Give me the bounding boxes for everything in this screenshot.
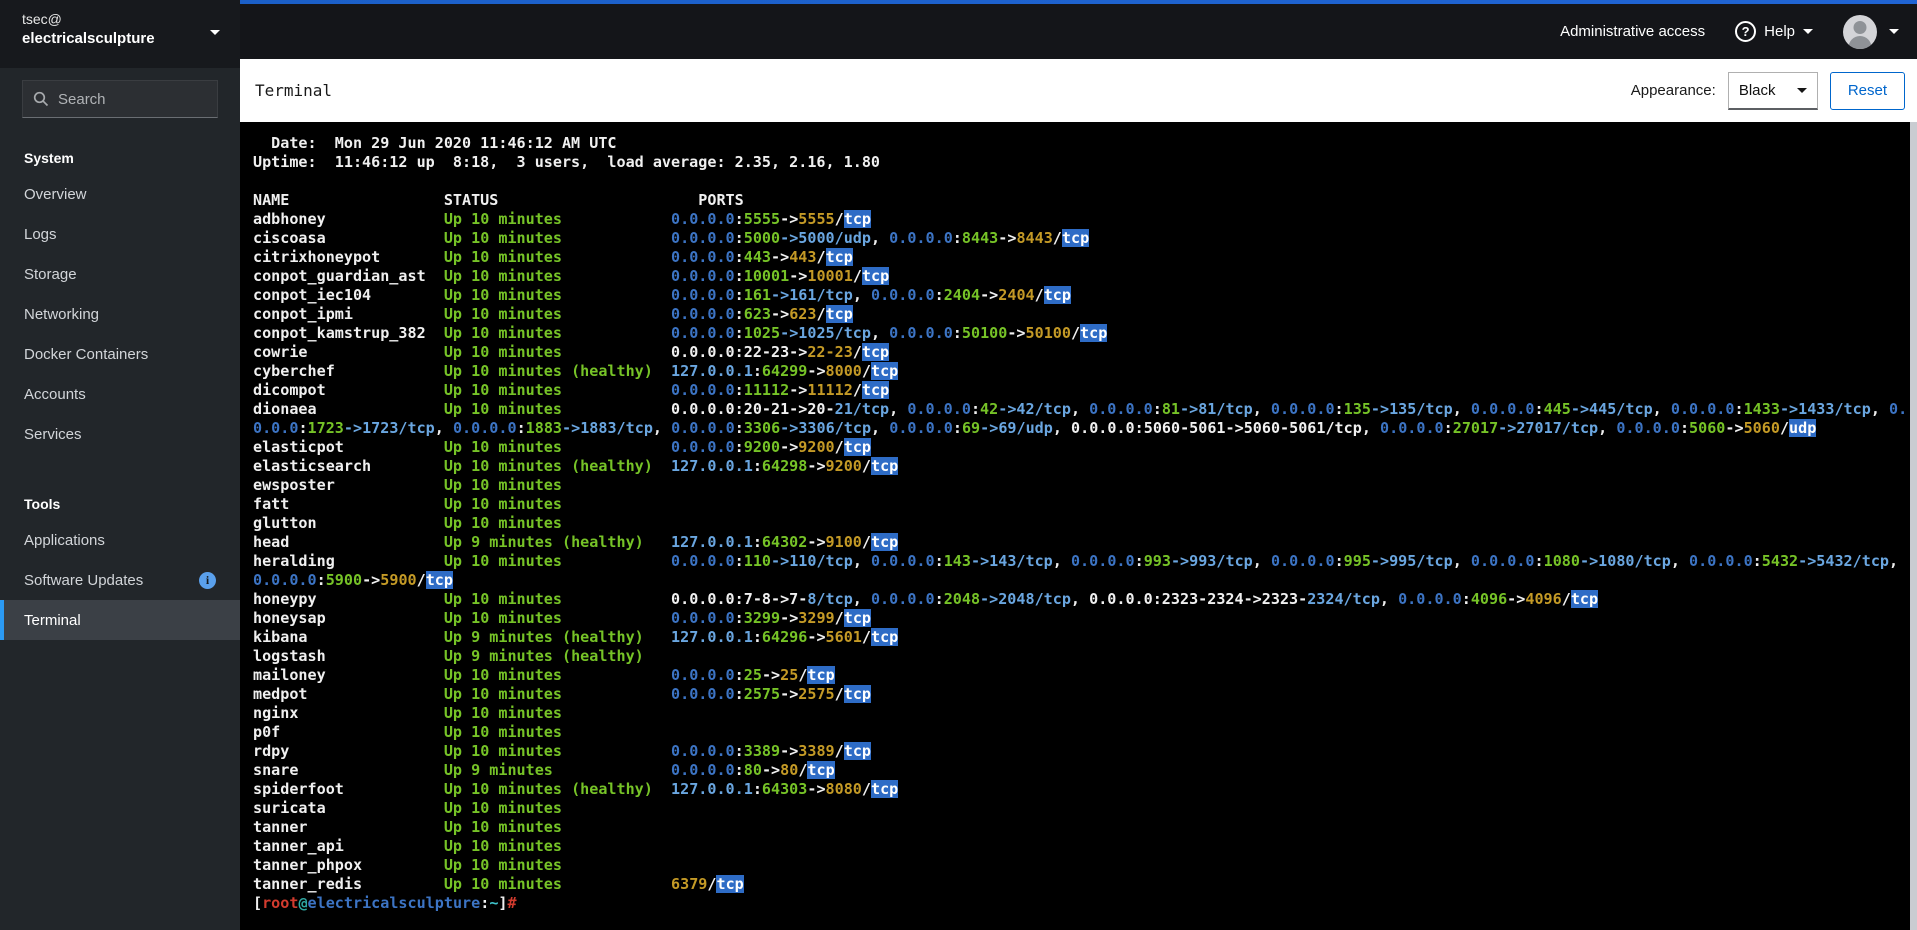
- terminal-line: tanner Up 10 minutes: [253, 818, 562, 836]
- terminal-line: elasticsearch Up 10 minutes (healthy) 12…: [253, 457, 899, 475]
- terminal-line: [root@electricalsculpture:~]#: [253, 894, 517, 912]
- terminal-toolbar: Terminal Appearance: Black Reset: [240, 59, 1917, 122]
- username: tsec@: [22, 11, 62, 27]
- terminal-line: conpot_guardian_ast Up 10 minutes 0.0.0.…: [253, 267, 890, 285]
- terminal-line: medpot Up 10 minutes 0.0.0.0:2575->2575/…: [253, 685, 872, 703]
- sidebar-section-title: Tools: [24, 496, 61, 512]
- sidebar-item-label: Accounts: [24, 385, 86, 403]
- hostname: electricalsculpture: [22, 30, 155, 47]
- terminal-line: tanner_phpox Up 10 minutes: [253, 856, 562, 874]
- administrative-access-button[interactable]: Administrative access: [1560, 23, 1705, 40]
- host-switcher[interactable]: tsec@ electricalsculpture: [0, 0, 240, 68]
- sidebar-section-title: System: [24, 150, 74, 166]
- appearance-label: Appearance:: [1630, 82, 1716, 99]
- nav-section-gap: [0, 454, 240, 482]
- page-title: Terminal: [255, 81, 333, 100]
- terminal-line: elasticpot Up 10 minutes 0.0.0.0:9200->9…: [253, 438, 872, 456]
- sidebar-item-label: Services: [24, 425, 82, 443]
- terminal-output[interactable]: Date: Mon 29 Jun 2020 11:46:12 AM UTC Upt…: [240, 122, 1917, 930]
- appearance-select[interactable]: Black: [1727, 71, 1818, 110]
- search-box: [22, 80, 218, 118]
- terminal-line: mailoney Up 10 minutes 0.0.0.0:25->25/tc…: [253, 666, 835, 684]
- sidebar-item-applications[interactable]: Applications: [0, 520, 240, 560]
- sidebar: tsec@ electricalsculpture System Overview…: [0, 0, 240, 930]
- help-label: Help: [1764, 23, 1795, 40]
- masthead: Administrative access ? Help: [240, 0, 1917, 59]
- terminal-line: cowrie Up 10 minutes 0.0.0.0:22-23->22-2…: [253, 343, 890, 361]
- avatar: [1843, 14, 1877, 49]
- appearance-selected-value: Black: [1738, 81, 1776, 99]
- terminal-line: ciscoasa Up 10 minutes 0.0.0.0:5000->500…: [253, 229, 1090, 247]
- sidebar-item-overview[interactable]: Overview: [0, 174, 240, 214]
- terminal-line: suricata Up 10 minutes: [253, 799, 562, 817]
- terminal-line: spiderfoot Up 10 minutes (healthy) 127.0…: [253, 780, 899, 798]
- terminal-line: kibana Up 9 minutes (healthy) 127.0.0.1:…: [253, 628, 899, 646]
- sidebar-item-label: Applications: [24, 531, 105, 549]
- reset-button[interactable]: Reset: [1829, 71, 1905, 110]
- sidebar-item-label: Networking: [24, 305, 100, 323]
- sidebar-item-storage[interactable]: Storage: [0, 254, 240, 294]
- terminal-line: cyberchef Up 10 minutes (healthy) 127.0.…: [253, 362, 899, 380]
- terminal-line: honeypy Up 10 minutes 0.0.0.0:7-8->7-8/t…: [253, 590, 1599, 608]
- search-input[interactable]: [58, 90, 198, 108]
- chevron-down-icon: [1889, 29, 1899, 34]
- terminal-line: ewsposter Up 10 minutes: [253, 476, 562, 494]
- sidebar-item-networking[interactable]: Networking: [0, 294, 240, 334]
- terminal-line: conpot_iec104 Up 10 minutes 0.0.0.0:161-…: [253, 286, 1071, 304]
- masthead-accent-bar: [240, 0, 1917, 4]
- sidebar-item-logs[interactable]: Logs: [0, 214, 240, 254]
- chevron-down-icon: [1796, 87, 1807, 93]
- sidebar-item-label: Overview: [24, 185, 87, 203]
- chevron-down-icon: [1803, 29, 1813, 34]
- terminal-line: p0f Up 10 minutes: [253, 723, 562, 741]
- terminal-line: head Up 9 minutes (healthy) 127.0.0.1:64…: [253, 533, 899, 551]
- sidebar-item-docker-containers[interactable]: Docker Containers: [0, 334, 240, 374]
- terminal-line: citrixhoneypot Up 10 minutes 0.0.0.0:443…: [253, 248, 853, 266]
- chevron-down-icon: [210, 30, 220, 35]
- terminal-line: conpot_kamstrup_382 Up 10 minutes 0.0.0.…: [253, 324, 1108, 342]
- terminal-line: tanner_redis Up 10 minutes 6379/tcp: [253, 875, 744, 893]
- terminal-line: 0.0.0.0:5900->5900/tcp: [253, 571, 453, 589]
- terminal-scrollbar[interactable]: [1910, 122, 1917, 930]
- sidebar-item-label: Storage: [24, 265, 77, 283]
- sidebar-item-services[interactable]: Services: [0, 414, 240, 454]
- help-icon: ?: [1735, 21, 1757, 42]
- terminal-line: adbhoney Up 10 minutes 0.0.0.0:5555->555…: [253, 210, 872, 228]
- sidebar-item-software-updates[interactable]: Software Updates i: [0, 560, 240, 600]
- session-menu[interactable]: [1843, 14, 1899, 49]
- terminal-line: logstash Up 9 minutes (healthy): [253, 647, 644, 665]
- terminal-line: Date: Mon 29 Jun 2020 11:46:12 AM UTC: [253, 134, 617, 152]
- sidebar-item-label: Terminal: [24, 611, 81, 629]
- sidebar-nav: System Overview Logs Storage Networking Docke…: [0, 136, 240, 640]
- terminal-line: dicompot Up 10 minutes 0.0.0.0:11112->11…: [253, 381, 890, 399]
- sidebar-item-label: Logs: [24, 225, 57, 243]
- terminal-line: 0.0.0:1723->1723/tcp, 0.0.0.0:1883->1883…: [253, 419, 1817, 437]
- terminal-line: rdpy Up 10 minutes 0.0.0.0:3389->3389/tc…: [253, 742, 872, 760]
- terminal-line: snare Up 9 minutes 0.0.0.0:80->80/tcp: [253, 761, 835, 779]
- terminal-line: honeysap Up 10 minutes 0.0.0.0:3299->329…: [253, 609, 872, 627]
- terminal-line: Uptime: 11:46:12 up 8:18, 3 users, load …: [253, 153, 881, 171]
- sidebar-item-accounts[interactable]: Accounts: [0, 374, 240, 414]
- terminal-line: nginx Up 10 minutes: [253, 704, 562, 722]
- terminal-line: conpot_ipmi Up 10 minutes 0.0.0.0:623->6…: [253, 305, 853, 323]
- terminal-line: dionaea Up 10 minutes 0.0.0.0:20-21->20-…: [253, 400, 1908, 418]
- sidebar-item-terminal[interactable]: Terminal: [0, 600, 240, 640]
- sidebar-item-label: Docker Containers: [24, 345, 149, 363]
- search-icon: [33, 91, 49, 107]
- terminal-line: fatt Up 10 minutes: [253, 495, 562, 513]
- terminal-line: NAME STATUS PORTS: [253, 191, 744, 209]
- terminal-line: tanner_api Up 10 minutes: [253, 837, 562, 855]
- info-icon[interactable]: i: [199, 571, 216, 589]
- terminal-line: heralding Up 10 minutes 0.0.0.0:110->110…: [253, 552, 1899, 570]
- sidebar-item-label: Software Updates: [24, 571, 144, 589]
- terminal-line: glutton Up 10 minutes: [253, 514, 562, 532]
- help-menu[interactable]: ? Help: [1735, 21, 1813, 42]
